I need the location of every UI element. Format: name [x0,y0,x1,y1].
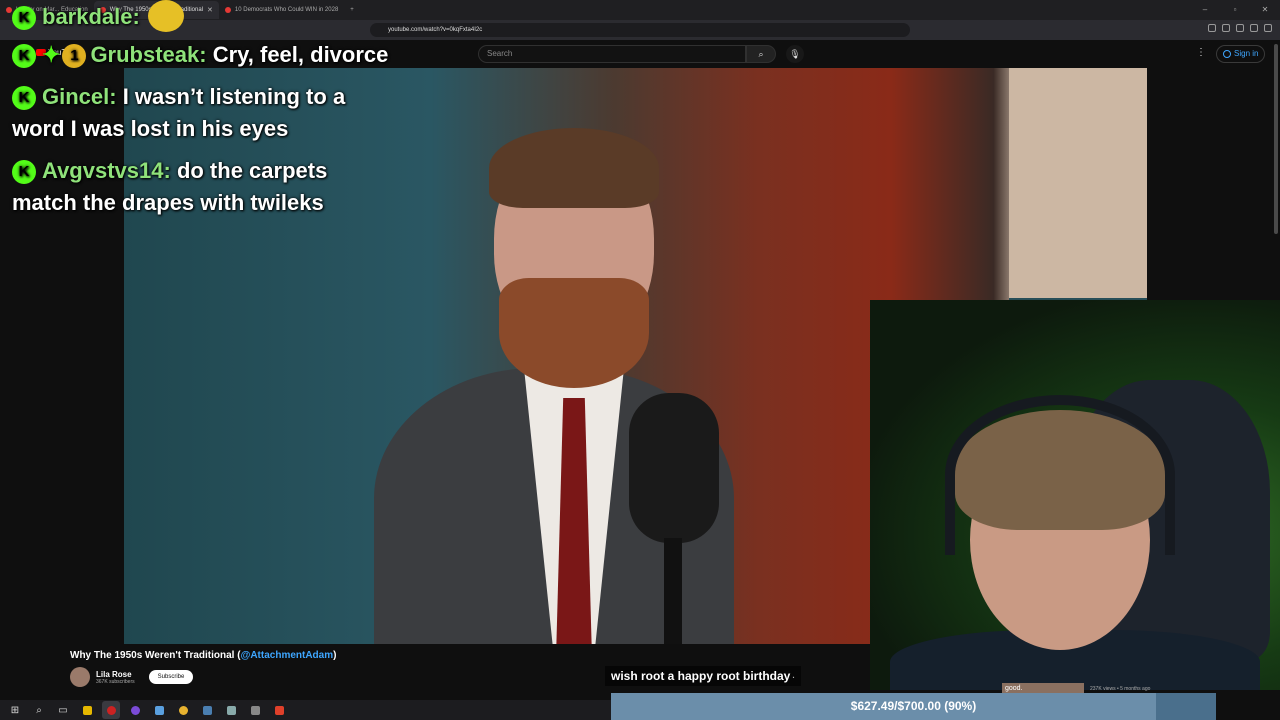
subscribe-button[interactable]: Subscribe [148,670,194,684]
mic-stand [664,538,682,644]
kick-icon: K [12,160,36,184]
recommended-views: 237K views • 5 months ago [1090,685,1151,692]
video-title-end: ) [333,650,337,661]
speaker-beard [499,278,649,388]
chat-username: Avgvstvs14: [42,158,171,183]
user-icon [1223,50,1231,58]
streamer-webcam [870,300,1280,690]
window-close-icon[interactable]: ✕ [1250,0,1280,20]
browser-icon[interactable] [126,701,144,719]
chat-message: K ✦ 1 Grubsteak: Cry, feel, divorce [12,39,392,71]
windows-start-icon[interactable]: ⊞ [6,701,24,719]
screen: Livinky on Mar... Education Why The 1950… [0,0,1280,720]
task-view-icon[interactable]: ▭ [54,701,72,719]
sub-badge: 1 [62,44,87,68]
sign-in-label: Sign in [1234,49,1259,58]
audio-icon[interactable] [246,701,264,719]
channel-row: Lila Rose 367K subscribers Subscribe [70,667,194,687]
headset [945,395,1175,555]
channel-handle-link[interactable]: @AttachmentAdam [241,650,334,661]
sparkle-badge-icon: ✦ [42,42,61,67]
scrollbar[interactable] [1274,44,1278,234]
caption-dot-icon: · [792,673,796,682]
maximize-icon[interactable]: ▫ [1220,0,1250,20]
extension-icon[interactable] [1236,24,1244,32]
wallpaper [1009,68,1147,298]
chat-overlay: Kbarkdale: K ✦ 1 Grubsteak: Cry, feel, divo… [12,0,392,219]
minimize-icon[interactable]: – [1190,0,1220,20]
window-controls: – ▫ ✕ [1190,0,1280,20]
kick-icon: K [12,6,36,30]
obs-icon[interactable] [102,701,120,719]
chat-message: K Avgvstvs14: do the carpets match the dr… [12,155,392,219]
windows-taskbar: ⊞ ⌕ ▭ [0,700,611,720]
chat-username: barkdale: [42,4,140,29]
channel-name[interactable]: Lila Rose [96,670,135,679]
subscriber-count: 367K subscribers [96,678,135,685]
sign-in-button[interactable]: Sign in [1216,45,1266,63]
chat-message: K Gincel: I wasn’t listening to a word I … [12,81,392,145]
address-bar[interactable]: youtube.com/watch?v=0kqFxta4I2c [370,23,910,37]
app-icon[interactable] [150,701,168,719]
steam-icon[interactable] [198,701,216,719]
mic-icon[interactable]: 🎙 [786,45,804,63]
video-title-text: Why The 1950s Weren't Traditional ( [70,650,241,661]
app-icon[interactable] [222,701,240,719]
extension-icon[interactable] [1222,24,1230,32]
chrome-icon[interactable] [174,701,192,719]
file-explorer-icon[interactable] [78,701,96,719]
emote-icon [147,0,184,32]
chat-username: Grubsteak: [90,42,207,67]
brave-icon[interactable] [270,701,288,719]
extension-icon[interactable] [1208,24,1216,32]
chat-text: Cry, feel, divorce [212,42,389,67]
chat-message: Kbarkdale: [12,0,392,33]
video-title: Why The 1950s Weren't Traditional (@Atta… [70,650,336,661]
podcast-mic [629,393,719,543]
extensions-area [1208,24,1272,32]
chat-username: Gincel: [42,84,117,109]
extension-icon[interactable] [1264,24,1272,32]
search-icon[interactable]: ⌕ [746,45,776,63]
extension-icon[interactable] [1250,24,1258,32]
more-options-icon[interactable]: ⋮ [1196,47,1206,58]
speaker-hair [489,128,659,208]
kick-icon: K [12,44,36,68]
taskbar-search-icon[interactable]: ⌕ [30,701,48,719]
kick-icon: K [12,86,36,110]
donation-goal-bar: $627.49/$700.00 (90%) [611,693,1216,720]
search-input[interactable]: Search [478,45,746,63]
channel-avatar[interactable] [70,667,90,687]
alert-caption: wish root a happy root birthday · [605,666,802,686]
caption-text: wish root a happy root birthday [611,669,791,683]
donation-goal-text: $627.49/$700.00 (90%) [850,699,977,713]
